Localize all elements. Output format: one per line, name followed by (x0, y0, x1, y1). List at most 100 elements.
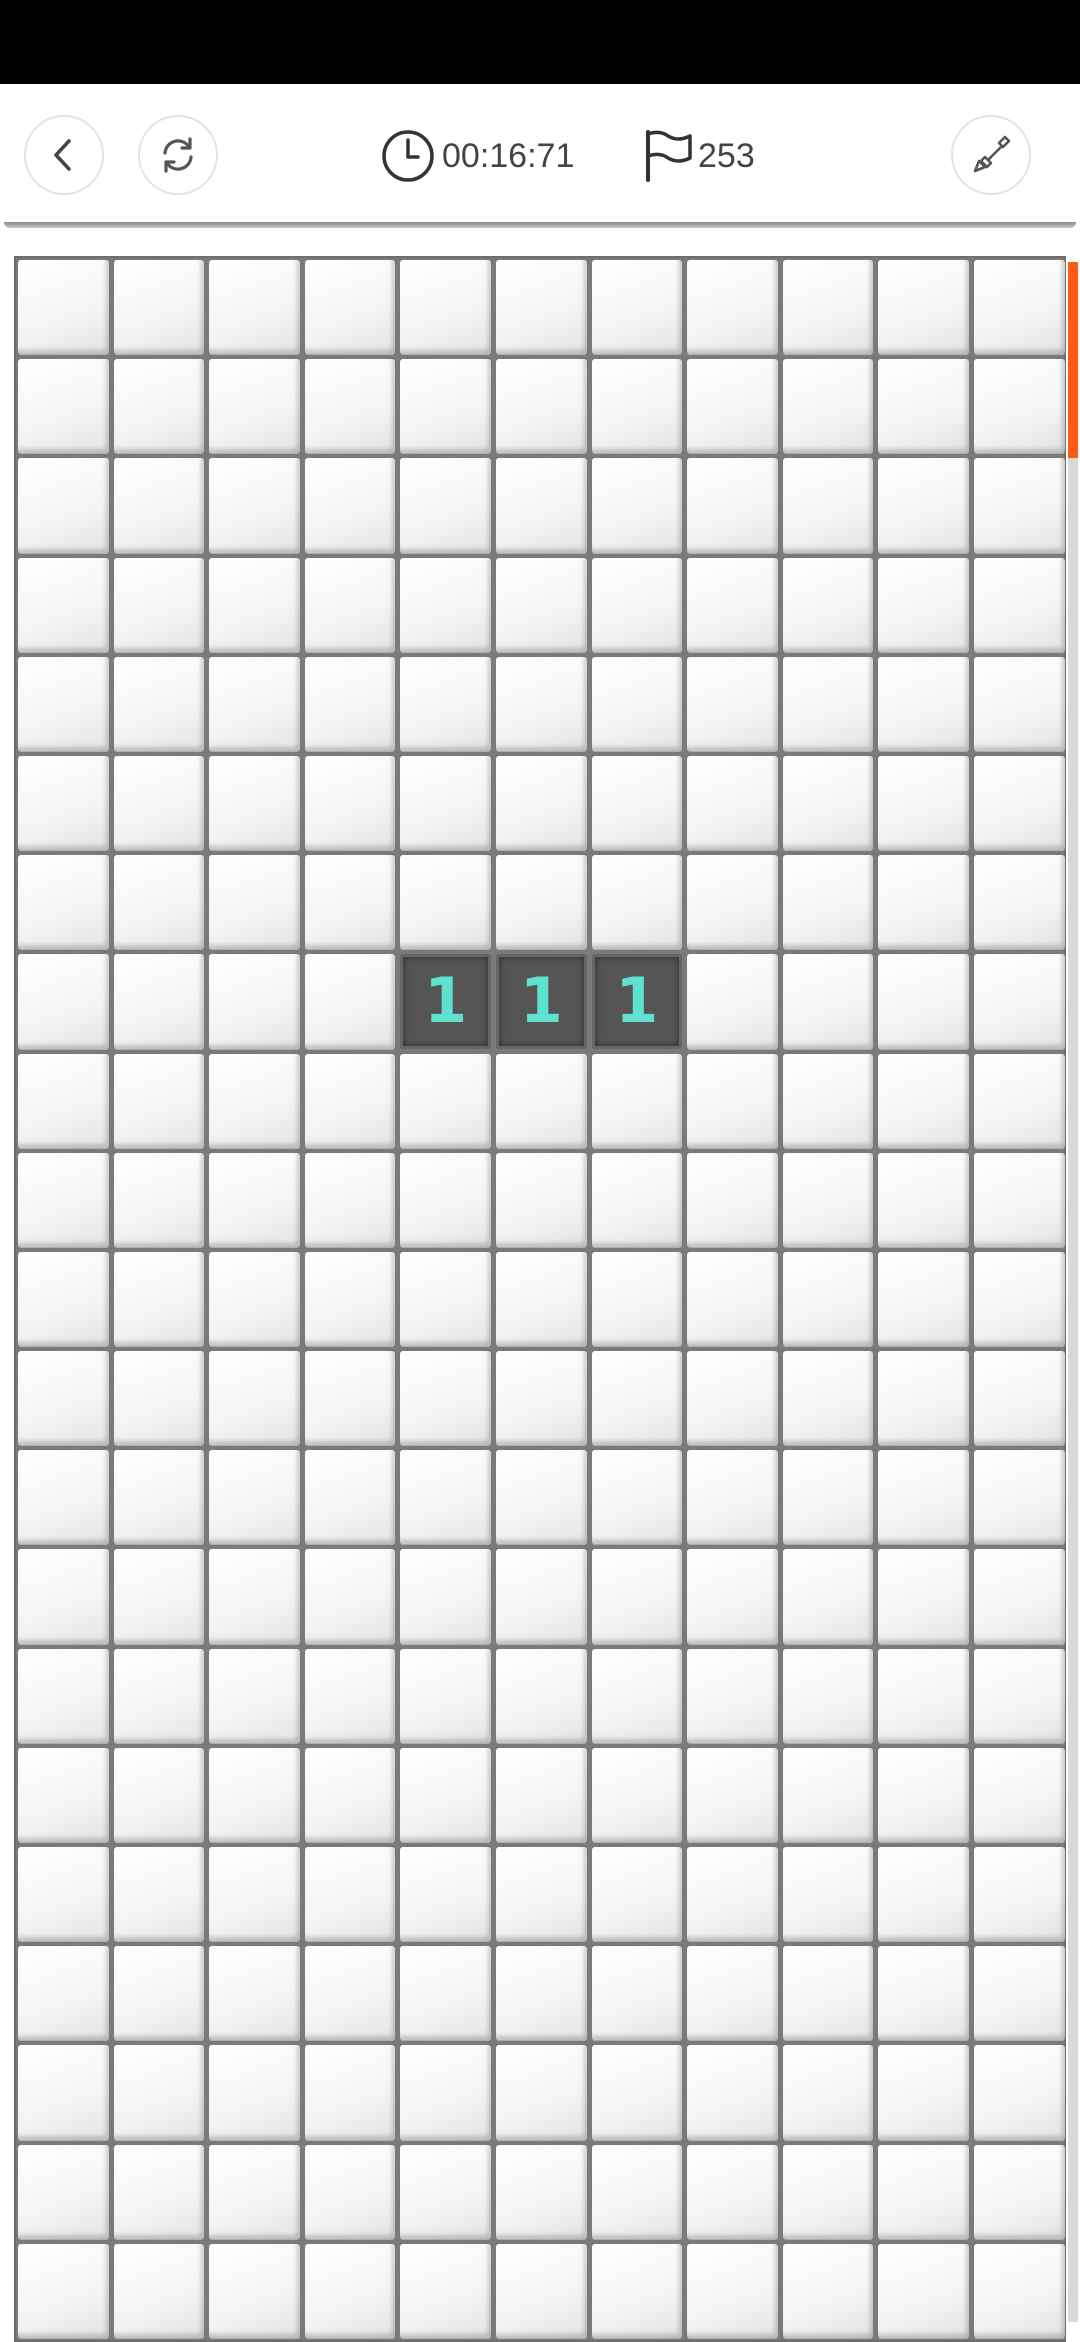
hidden-cell[interactable] (878, 1946, 969, 2041)
hidden-cell[interactable] (687, 458, 778, 553)
hidden-cell[interactable] (209, 2045, 300, 2140)
hidden-cell[interactable] (400, 260, 491, 355)
hidden-cell[interactable] (304, 1053, 396, 1148)
hidden-cell[interactable] (209, 1251, 300, 1347)
hidden-cell[interactable] (782, 1946, 874, 2041)
hidden-cell[interactable] (782, 954, 874, 1049)
hidden-cell[interactable] (113, 755, 205, 851)
hidden-cell[interactable] (878, 755, 969, 851)
hidden-cell[interactable] (687, 1450, 778, 1545)
hidden-cell[interactable] (209, 1053, 300, 1148)
hidden-cell[interactable] (591, 855, 683, 950)
hidden-cell[interactable] (687, 1053, 778, 1148)
hidden-cell[interactable] (973, 458, 1065, 553)
hidden-cell[interactable] (113, 2243, 205, 2338)
hidden-cell[interactable] (782, 260, 874, 355)
hidden-cell[interactable] (18, 855, 109, 950)
hidden-cell[interactable] (973, 1351, 1065, 1446)
dig-mode-toggle[interactable] (951, 115, 1031, 195)
hidden-cell[interactable] (687, 1351, 778, 1446)
hidden-cell[interactable] (209, 755, 300, 851)
hidden-cell[interactable] (400, 2045, 491, 2140)
hidden-cell[interactable] (973, 755, 1065, 851)
hidden-cell[interactable] (878, 260, 969, 355)
hidden-cell[interactable] (878, 1847, 969, 1942)
hidden-cell[interactable] (113, 1946, 205, 2041)
hidden-cell[interactable] (878, 1351, 969, 1446)
hidden-cell[interactable] (782, 557, 874, 652)
hidden-cell[interactable] (113, 855, 205, 950)
hidden-cell[interactable] (973, 1152, 1065, 1247)
hidden-cell[interactable] (304, 2045, 396, 2140)
hidden-cell[interactable] (400, 458, 491, 553)
hidden-cell[interactable] (18, 557, 109, 652)
hidden-cell[interactable] (209, 1450, 300, 1545)
hidden-cell[interactable] (400, 1152, 491, 1247)
hidden-cell[interactable] (782, 855, 874, 950)
hidden-cell[interactable] (687, 557, 778, 652)
hidden-cell[interactable] (304, 1152, 396, 1247)
hidden-cell[interactable] (878, 2144, 969, 2239)
hidden-cell[interactable] (113, 1251, 205, 1347)
hidden-cell[interactable] (209, 1152, 300, 1247)
hidden-cell[interactable] (687, 656, 778, 751)
revealed-cell[interactable]: 1 (400, 954, 491, 1049)
hidden-cell[interactable] (973, 1847, 1065, 1942)
hidden-cell[interactable] (878, 1251, 969, 1347)
hidden-cell[interactable] (18, 458, 109, 553)
hidden-cell[interactable] (878, 1450, 969, 1545)
hidden-cell[interactable] (495, 656, 587, 751)
hidden-cell[interactable] (782, 359, 874, 454)
hidden-cell[interactable] (973, 954, 1065, 1049)
hidden-cell[interactable] (782, 1152, 874, 1247)
hidden-cell[interactable] (113, 656, 205, 751)
hidden-cell[interactable] (18, 2045, 109, 2140)
hidden-cell[interactable] (495, 1847, 587, 1942)
hidden-cell[interactable] (304, 1251, 396, 1347)
hidden-cell[interactable] (495, 755, 587, 851)
hidden-cell[interactable] (687, 1847, 778, 1942)
hidden-cell[interactable] (209, 1946, 300, 2041)
revealed-cell[interactable]: 1 (591, 954, 683, 1049)
hidden-cell[interactable] (113, 359, 205, 454)
hidden-cell[interactable] (304, 1946, 396, 2041)
hidden-cell[interactable] (495, 557, 587, 652)
hidden-cell[interactable] (782, 1053, 874, 1148)
hidden-cell[interactable] (878, 2243, 969, 2338)
hidden-cell[interactable] (209, 1351, 300, 1446)
hidden-cell[interactable] (973, 1946, 1065, 2041)
hidden-cell[interactable] (304, 1747, 396, 1842)
hidden-cell[interactable] (973, 1747, 1065, 1842)
hidden-cell[interactable] (209, 855, 300, 950)
hidden-cell[interactable] (878, 954, 969, 1049)
hidden-cell[interactable] (113, 1549, 205, 1644)
hidden-cell[interactable] (591, 1152, 683, 1247)
hidden-cell[interactable] (209, 656, 300, 751)
hidden-cell[interactable] (304, 755, 396, 851)
hidden-cell[interactable] (782, 1450, 874, 1545)
hidden-cell[interactable] (495, 1152, 587, 1247)
hidden-cell[interactable] (304, 2243, 396, 2338)
hidden-cell[interactable] (495, 1549, 587, 1644)
hidden-cell[interactable] (782, 656, 874, 751)
hidden-cell[interactable] (591, 359, 683, 454)
hidden-cell[interactable] (973, 1251, 1065, 1347)
hidden-cell[interactable] (591, 1747, 683, 1842)
restart-button[interactable] (138, 115, 218, 195)
hidden-cell[interactable] (18, 656, 109, 751)
hidden-cell[interactable] (18, 1946, 109, 2041)
hidden-cell[interactable] (495, 260, 587, 355)
hidden-cell[interactable] (878, 1053, 969, 1148)
hidden-cell[interactable] (400, 1053, 491, 1148)
hidden-cell[interactable] (304, 1351, 396, 1446)
hidden-cell[interactable] (400, 359, 491, 454)
hidden-cell[interactable] (782, 1648, 874, 1743)
hidden-cell[interactable] (400, 1351, 491, 1446)
hidden-cell[interactable] (400, 2144, 491, 2239)
hidden-cell[interactable] (400, 1946, 491, 2041)
hidden-cell[interactable] (113, 260, 205, 355)
hidden-cell[interactable] (687, 1251, 778, 1347)
hidden-cell[interactable] (495, 2144, 587, 2239)
hidden-cell[interactable] (209, 954, 300, 1049)
hidden-cell[interactable] (591, 260, 683, 355)
